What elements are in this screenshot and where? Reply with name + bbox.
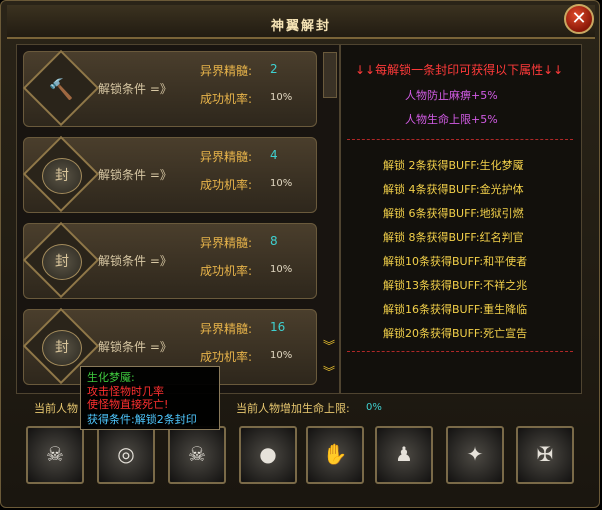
info-header: ↓↓每解锁一条封印可获得以下属性↓↓ [355, 63, 564, 77]
tooltip-line: 使怪物直接死亡! [87, 398, 169, 411]
rate-value: 10% [270, 178, 293, 189]
unlock-card[interactable]: 封 解锁条件 =》 异界精髓: 8 成功机率: 10% [22, 221, 317, 299]
material-value: 4 [270, 148, 278, 162]
buff-line: 解锁16条获得BUFF:重生降临 [383, 303, 528, 316]
rate-value: 10% [270, 350, 293, 361]
tooltip-line: 攻击怪物时几率 [87, 385, 164, 398]
rate-value: 10% [270, 92, 293, 103]
title-bar: 神翼解封 [7, 5, 595, 39]
material-value: 16 [270, 320, 286, 334]
material-value: 8 [270, 234, 278, 248]
buff-line: 解锁 6条获得BUFF:地狱引燃 [383, 207, 524, 220]
attribute-line: 人物生命上限+5% [405, 113, 498, 126]
status-left-label: 当前人物 [34, 402, 78, 415]
unlock-card[interactable]: 🔨 解锁条件 =》 异界精髓: 2 成功机率: 10% [22, 49, 317, 127]
skull-icon[interactable]: ☠ [168, 426, 226, 484]
buff-tooltip: 生化梦魇: 攻击怪物时几率 使怪物直接死亡! 获得条件:解锁2条封印 [80, 366, 220, 430]
unlock-condition: 解锁条件 =》 [98, 340, 172, 354]
attribute-line: 人物防止麻痹+5% [405, 89, 498, 102]
unlock-condition: 解锁条件 =》 [98, 254, 172, 268]
tooltip-requirement: 获得条件:解锁2条封印 [87, 413, 197, 426]
rate-value: 10% [270, 264, 293, 275]
unlock-card[interactable]: 封 解锁条件 =》 异界精髓: 4 成功机率: 10% [22, 135, 317, 213]
tooltip-title: 生化梦魇: [87, 371, 135, 384]
hp-bonus-value: 0% [366, 402, 382, 413]
scrollbar-thumb[interactable] [323, 52, 337, 98]
separator [347, 351, 573, 352]
close-icon[interactable]: ✕ [564, 4, 594, 34]
buff-line: 解锁10条获得BUFF:和平使者 [383, 255, 528, 268]
scroll-down-icon[interactable]: ︾ [322, 340, 336, 352]
buff-line: 解锁 8条获得BUFF:红名判官 [383, 231, 524, 244]
hooded-figure-icon[interactable]: ● [239, 426, 297, 484]
rate-label: 成功机率: [200, 350, 253, 364]
demon-face-icon[interactable]: ☠ [26, 426, 84, 484]
material-value: 2 [270, 62, 278, 76]
material-label: 异界精髓: [200, 64, 253, 78]
buff-line: 解锁 4条获得BUFF:金光护体 [383, 183, 524, 196]
unlock-condition: 解锁条件 =》 [98, 82, 172, 96]
seal-icon: 封 [42, 158, 82, 194]
attribute-info-panel: ↓↓每解锁一条封印可获得以下属性↓↓ 人物防止麻痹+5% 人物生命上限+5% 解… [340, 44, 582, 394]
window-title: 神翼解封 [270, 19, 331, 34]
hp-bonus-label: 当前人物增加生命上限: [236, 402, 350, 415]
material-label: 异界精髓: [200, 236, 253, 250]
scroll-down-icon[interactable]: ︾ [322, 366, 336, 378]
death-icon[interactable]: ✠ [516, 426, 574, 484]
rate-label: 成功机率: [200, 178, 253, 192]
unlock-list-panel: 🔨 解锁条件 =》 异界精髓: 2 成功机率: 10% 封 解锁条件 =》 异界… [16, 44, 340, 394]
seal-icon: 封 [42, 244, 82, 280]
swirl-icon[interactable]: ◎ [97, 426, 155, 484]
buff-line: 解锁 2条获得BUFF:生化梦魇 [383, 159, 524, 172]
rebirth-icon[interactable]: ✦ [446, 426, 504, 484]
shadow-figures-icon[interactable]: ♟ [375, 426, 433, 484]
rate-label: 成功机率: [200, 264, 253, 278]
separator [347, 139, 573, 140]
buff-line: 解锁20条获得BUFF:死亡宣告 [383, 327, 528, 340]
unlock-condition: 解锁条件 =》 [98, 168, 172, 182]
rate-label: 成功机率: [200, 92, 253, 106]
material-label: 异界精髓: [200, 150, 253, 164]
handshake-icon[interactable]: ✋ [306, 426, 364, 484]
material-label: 异界精髓: [200, 322, 253, 336]
hammer-icon: 🔨 [48, 77, 74, 101]
seal-icon: 封 [42, 330, 82, 366]
buff-line: 解锁13条获得BUFF:不祥之兆 [383, 279, 528, 292]
